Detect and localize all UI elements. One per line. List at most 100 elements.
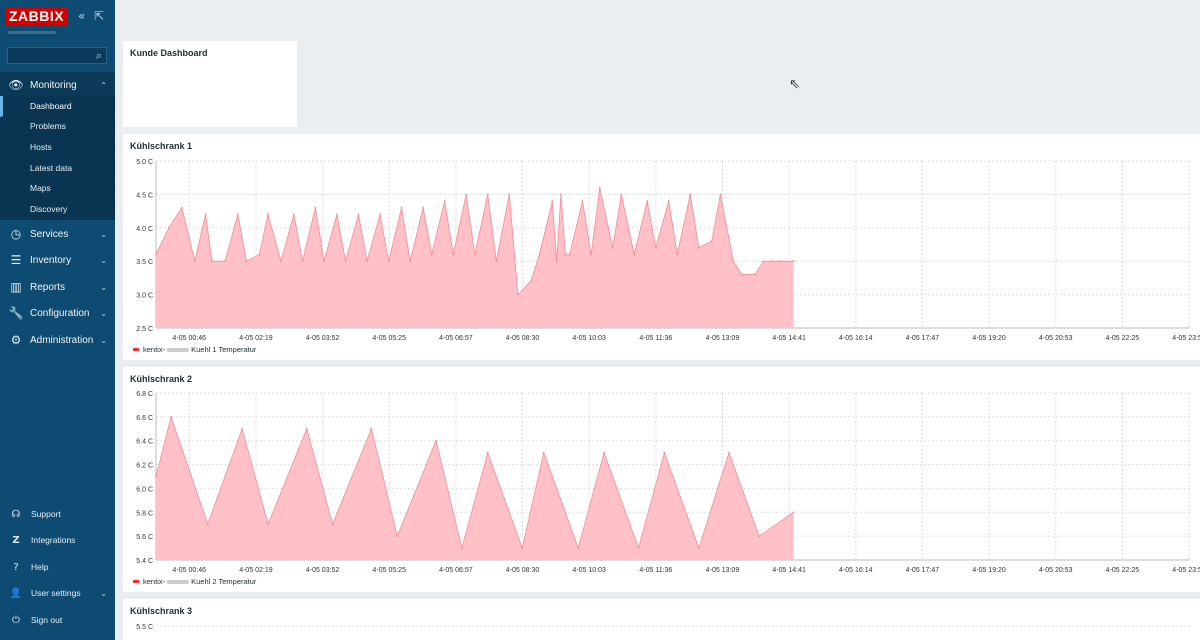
x-tick-label: 4-05 20:53 — [1039, 567, 1073, 574]
data-point — [245, 260, 248, 263]
data-point — [728, 451, 730, 454]
graph-widget-1[interactable]: Kühlschrank 1 2.5 C 3.0 C 3.5 C 4.0 C 4.5 C 5… — [123, 134, 1200, 360]
bar-chart-icon: ▥ — [10, 280, 22, 294]
double-chevron-left-icon[interactable]: « — [78, 9, 85, 23]
submenu-dashboard[interactable]: Dashboard — [0, 96, 115, 117]
data-point — [719, 193, 722, 196]
legend-swatch — [133, 348, 139, 351]
temperature-graph-2[interactable]: 5.4 C 5.6 C 5.8 C 6.0 C 6.2 C 6.4 C 6.6 C 6.8 C… — [123, 385, 1200, 591]
data-point — [211, 260, 213, 263]
data-point — [577, 547, 580, 549]
data-point — [637, 547, 640, 549]
data-point — [792, 260, 795, 263]
graph-title: Kühlschrank 2 — [130, 374, 193, 384]
data-point — [409, 260, 412, 263]
submenu-latest-data[interactable]: Latest data — [0, 158, 115, 179]
data-point — [267, 213, 269, 216]
legend-swatch — [133, 580, 139, 583]
zabbix-logo[interactable]: ZABBIX — [6, 7, 68, 25]
search-icon[interactable]: ⌕ — [96, 49, 102, 63]
submenu-maps[interactable]: Maps — [0, 178, 115, 199]
redacted-text — [167, 579, 190, 584]
data-point — [370, 427, 373, 430]
x-tick-label: 4-05 22:25 — [1106, 567, 1140, 574]
data-point — [486, 451, 489, 454]
dashboard-title-widget: Kunde Dashboard — [123, 41, 297, 127]
submenu-hosts[interactable]: Hosts — [0, 137, 115, 158]
x-tick-label: 4-05 19:20 — [972, 567, 1006, 574]
y-tick-label: 5.8 C — [136, 510, 153, 517]
x-tick-label: 4-05 14:41 — [772, 335, 806, 342]
data-point — [155, 475, 157, 478]
data-point — [422, 206, 425, 209]
user-settings-menu[interactable]: 👤 User settings ⌄ — [0, 581, 115, 605]
chevron-down-icon: ⌄ — [100, 588, 107, 598]
data-point — [551, 200, 554, 202]
graph-widget-3[interactable]: Kühlschrank 3 5.5 C — [123, 599, 1200, 640]
eye-icon: 👁 — [8, 78, 24, 92]
data-point — [508, 193, 511, 196]
y-tick-label: 2.5 C — [136, 326, 153, 333]
menu-label: Administration — [30, 334, 94, 346]
y-tick-label: 5.6 C — [136, 534, 153, 541]
temperature-graph-3[interactable]: 5.5 C — [123, 617, 1200, 640]
gear-icon: ⚙ — [10, 333, 22, 347]
temperature-graph-1[interactable]: 2.5 C 3.0 C 3.5 C 4.0 C 4.5 C 5.0 C 4-05 00:46… — [123, 152, 1200, 358]
submenu-problems[interactable]: Problems — [0, 117, 115, 138]
y-tick-label: 6.2 C — [136, 463, 153, 470]
data-point — [155, 253, 157, 256]
legend-suffix: Kuehl 2 Temperatur — [191, 577, 257, 586]
data-point — [646, 200, 649, 202]
kiosk-mode-icon[interactable]: ⇱ — [94, 9, 104, 23]
x-tick-label: 4-05 22:25 — [1106, 335, 1140, 342]
data-point — [697, 246, 700, 249]
wrench-icon: 🔧 — [8, 306, 24, 320]
graph-widget-2[interactable]: Kühlschrank 2 5.4 C 5.6 C 5.8 C 6.0 C 6.2 C 6… — [123, 367, 1200, 592]
clock-icon: ◷ — [10, 227, 22, 241]
menu-configuration[interactable]: 🔧 Configuration ⌄ — [0, 300, 115, 326]
data-point — [387, 260, 390, 263]
help-link[interactable]: ? Help — [0, 555, 115, 579]
data-point — [667, 200, 670, 202]
data-point — [336, 213, 338, 216]
data-point — [379, 213, 381, 216]
support-link[interactable]: ☊ Support — [0, 502, 115, 526]
data-point — [460, 547, 463, 549]
x-tick-label: 4-05 08:30 — [506, 567, 540, 574]
series-area — [156, 187, 794, 328]
power-icon: ⏻ — [12, 614, 20, 626]
data-point — [435, 439, 437, 442]
data-point — [633, 253, 636, 256]
menu-inventory[interactable]: ☰ Inventory ⌄ — [0, 247, 115, 273]
data-point — [538, 253, 541, 256]
monitoring-submenu: Dashboard Problems Hosts Latest data Map… — [0, 96, 115, 220]
graph-title: Kühlschrank 1 — [130, 141, 193, 151]
x-tick-label: 4-05 11:36 — [639, 567, 672, 574]
y-tick-label: 6.0 C — [136, 486, 153, 493]
submenu-discovery[interactable]: Discovery — [0, 199, 115, 220]
data-point — [654, 246, 657, 249]
x-tick-label: 4-05 06:57 — [439, 335, 473, 342]
menu-administration[interactable]: ⚙ Administration ⌄ — [0, 327, 115, 353]
menu-reports[interactable]: ▥ Reports ⌄ — [0, 274, 115, 300]
integrations-link[interactable]: Z Integrations — [0, 528, 115, 552]
mouse-cursor-icon: ⇖ — [789, 77, 800, 92]
data-point — [581, 200, 584, 202]
menu-label: Inventory — [30, 254, 72, 266]
headset-icon: ☊ — [11, 508, 21, 520]
data-point — [710, 240, 713, 243]
data-point — [331, 523, 334, 526]
data-point — [758, 535, 761, 538]
chevron-down-icon: ⌄ — [100, 229, 107, 239]
x-tick-label: 4-05 13:09 — [706, 567, 740, 574]
search-input[interactable]: ⌕ — [7, 47, 107, 64]
data-point — [529, 280, 532, 283]
sign-out-link[interactable]: ⏻ Sign out — [0, 608, 115, 632]
data-point — [568, 253, 571, 256]
data-point — [357, 213, 360, 216]
menu-services[interactable]: ◷ Services ⌄ — [0, 221, 115, 247]
data-point — [400, 206, 403, 209]
data-point — [301, 260, 304, 263]
menu-monitoring[interactable]: 👁 Monitoring ⌃ — [0, 72, 115, 98]
data-point — [495, 260, 498, 263]
